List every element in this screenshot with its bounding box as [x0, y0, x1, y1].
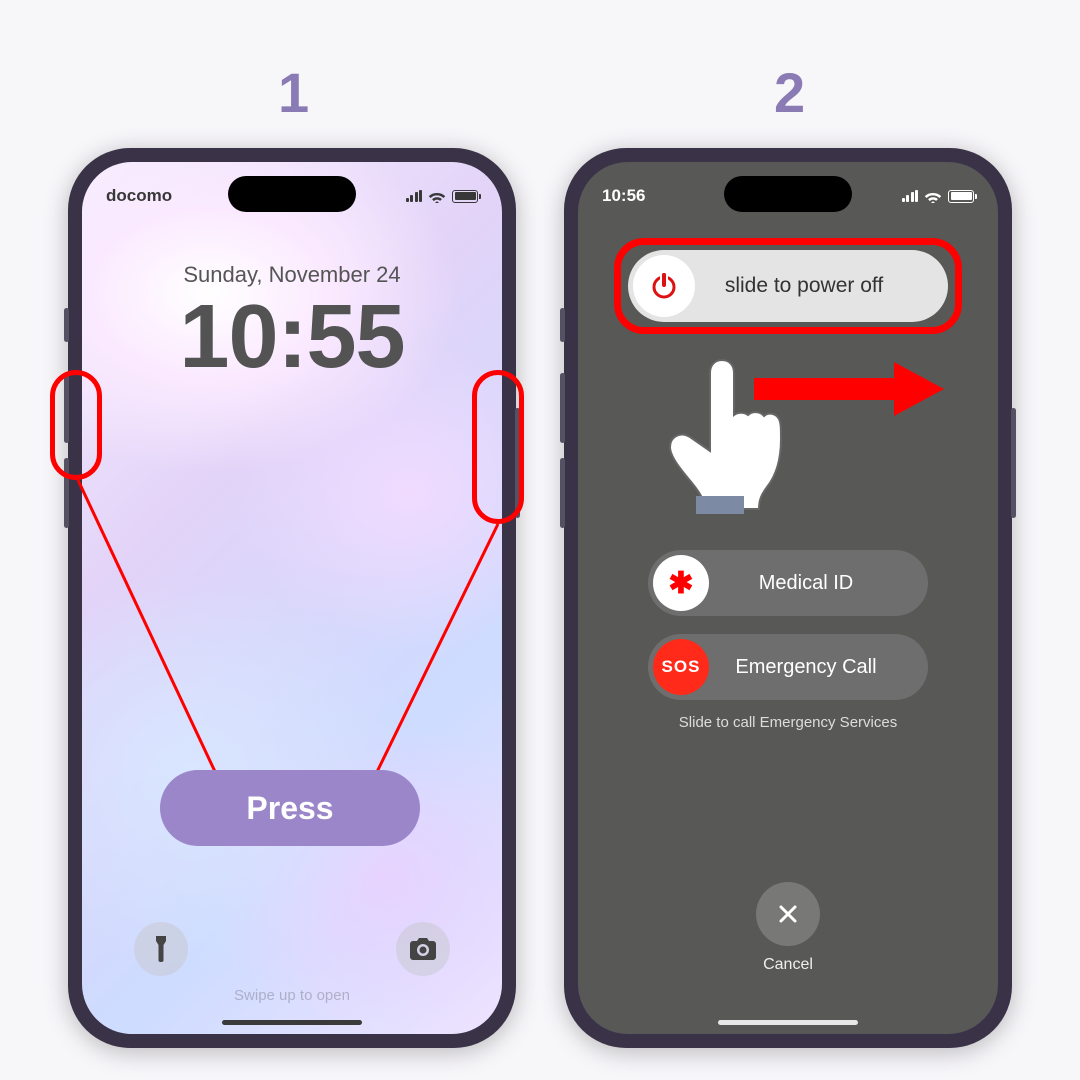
close-icon — [776, 902, 800, 926]
press-instruction-label: Press — [160, 770, 420, 846]
status-indicators — [902, 190, 975, 203]
power-off-screen: 10:56 slide to power off ✱ — [578, 162, 998, 1034]
flashlight-button[interactable] — [134, 922, 188, 976]
step-number-2: 2 — [774, 60, 805, 125]
emergency-call-label: Emergency Call — [714, 656, 928, 679]
battery-icon — [948, 190, 974, 203]
medical-id-knob[interactable]: ✱ — [653, 555, 709, 611]
flashlight-icon — [151, 936, 171, 962]
callout-power-slider — [614, 238, 962, 334]
phone-frame-2: 10:56 slide to power off ✱ — [564, 148, 1012, 1048]
home-indicator[interactable] — [222, 1020, 362, 1025]
volume-up-button[interactable] — [560, 373, 565, 443]
dynamic-island — [724, 176, 852, 212]
emergency-hint: Slide to call Emergency Services — [578, 714, 998, 731]
medical-id-label: Medical ID — [714, 572, 928, 595]
cancel-button[interactable] — [756, 882, 820, 946]
pointing-hand-icon — [658, 348, 808, 533]
side-button[interactable] — [1011, 408, 1016, 518]
callout-volume-button — [50, 370, 102, 480]
status-time: 10:56 — [602, 186, 645, 206]
swipe-up-hint: Swipe up to open — [82, 987, 502, 1004]
medical-id-slider[interactable]: ✱ Medical ID — [648, 550, 928, 616]
sos-knob[interactable]: SOS — [653, 639, 709, 695]
cancel-label: Cancel — [578, 956, 998, 974]
volume-down-button[interactable] — [560, 458, 565, 528]
wifi-icon — [924, 190, 942, 203]
camera-button[interactable] — [396, 922, 450, 976]
callout-side-button — [472, 370, 524, 524]
camera-icon — [410, 938, 436, 960]
asterisk-icon: ✱ — [668, 566, 693, 601]
sos-icon: SOS — [662, 657, 701, 677]
home-indicator[interactable] — [718, 1020, 858, 1025]
emergency-sos-slider[interactable]: SOS Emergency Call — [648, 634, 928, 700]
signal-icon — [902, 190, 919, 202]
silent-switch[interactable] — [560, 308, 565, 342]
